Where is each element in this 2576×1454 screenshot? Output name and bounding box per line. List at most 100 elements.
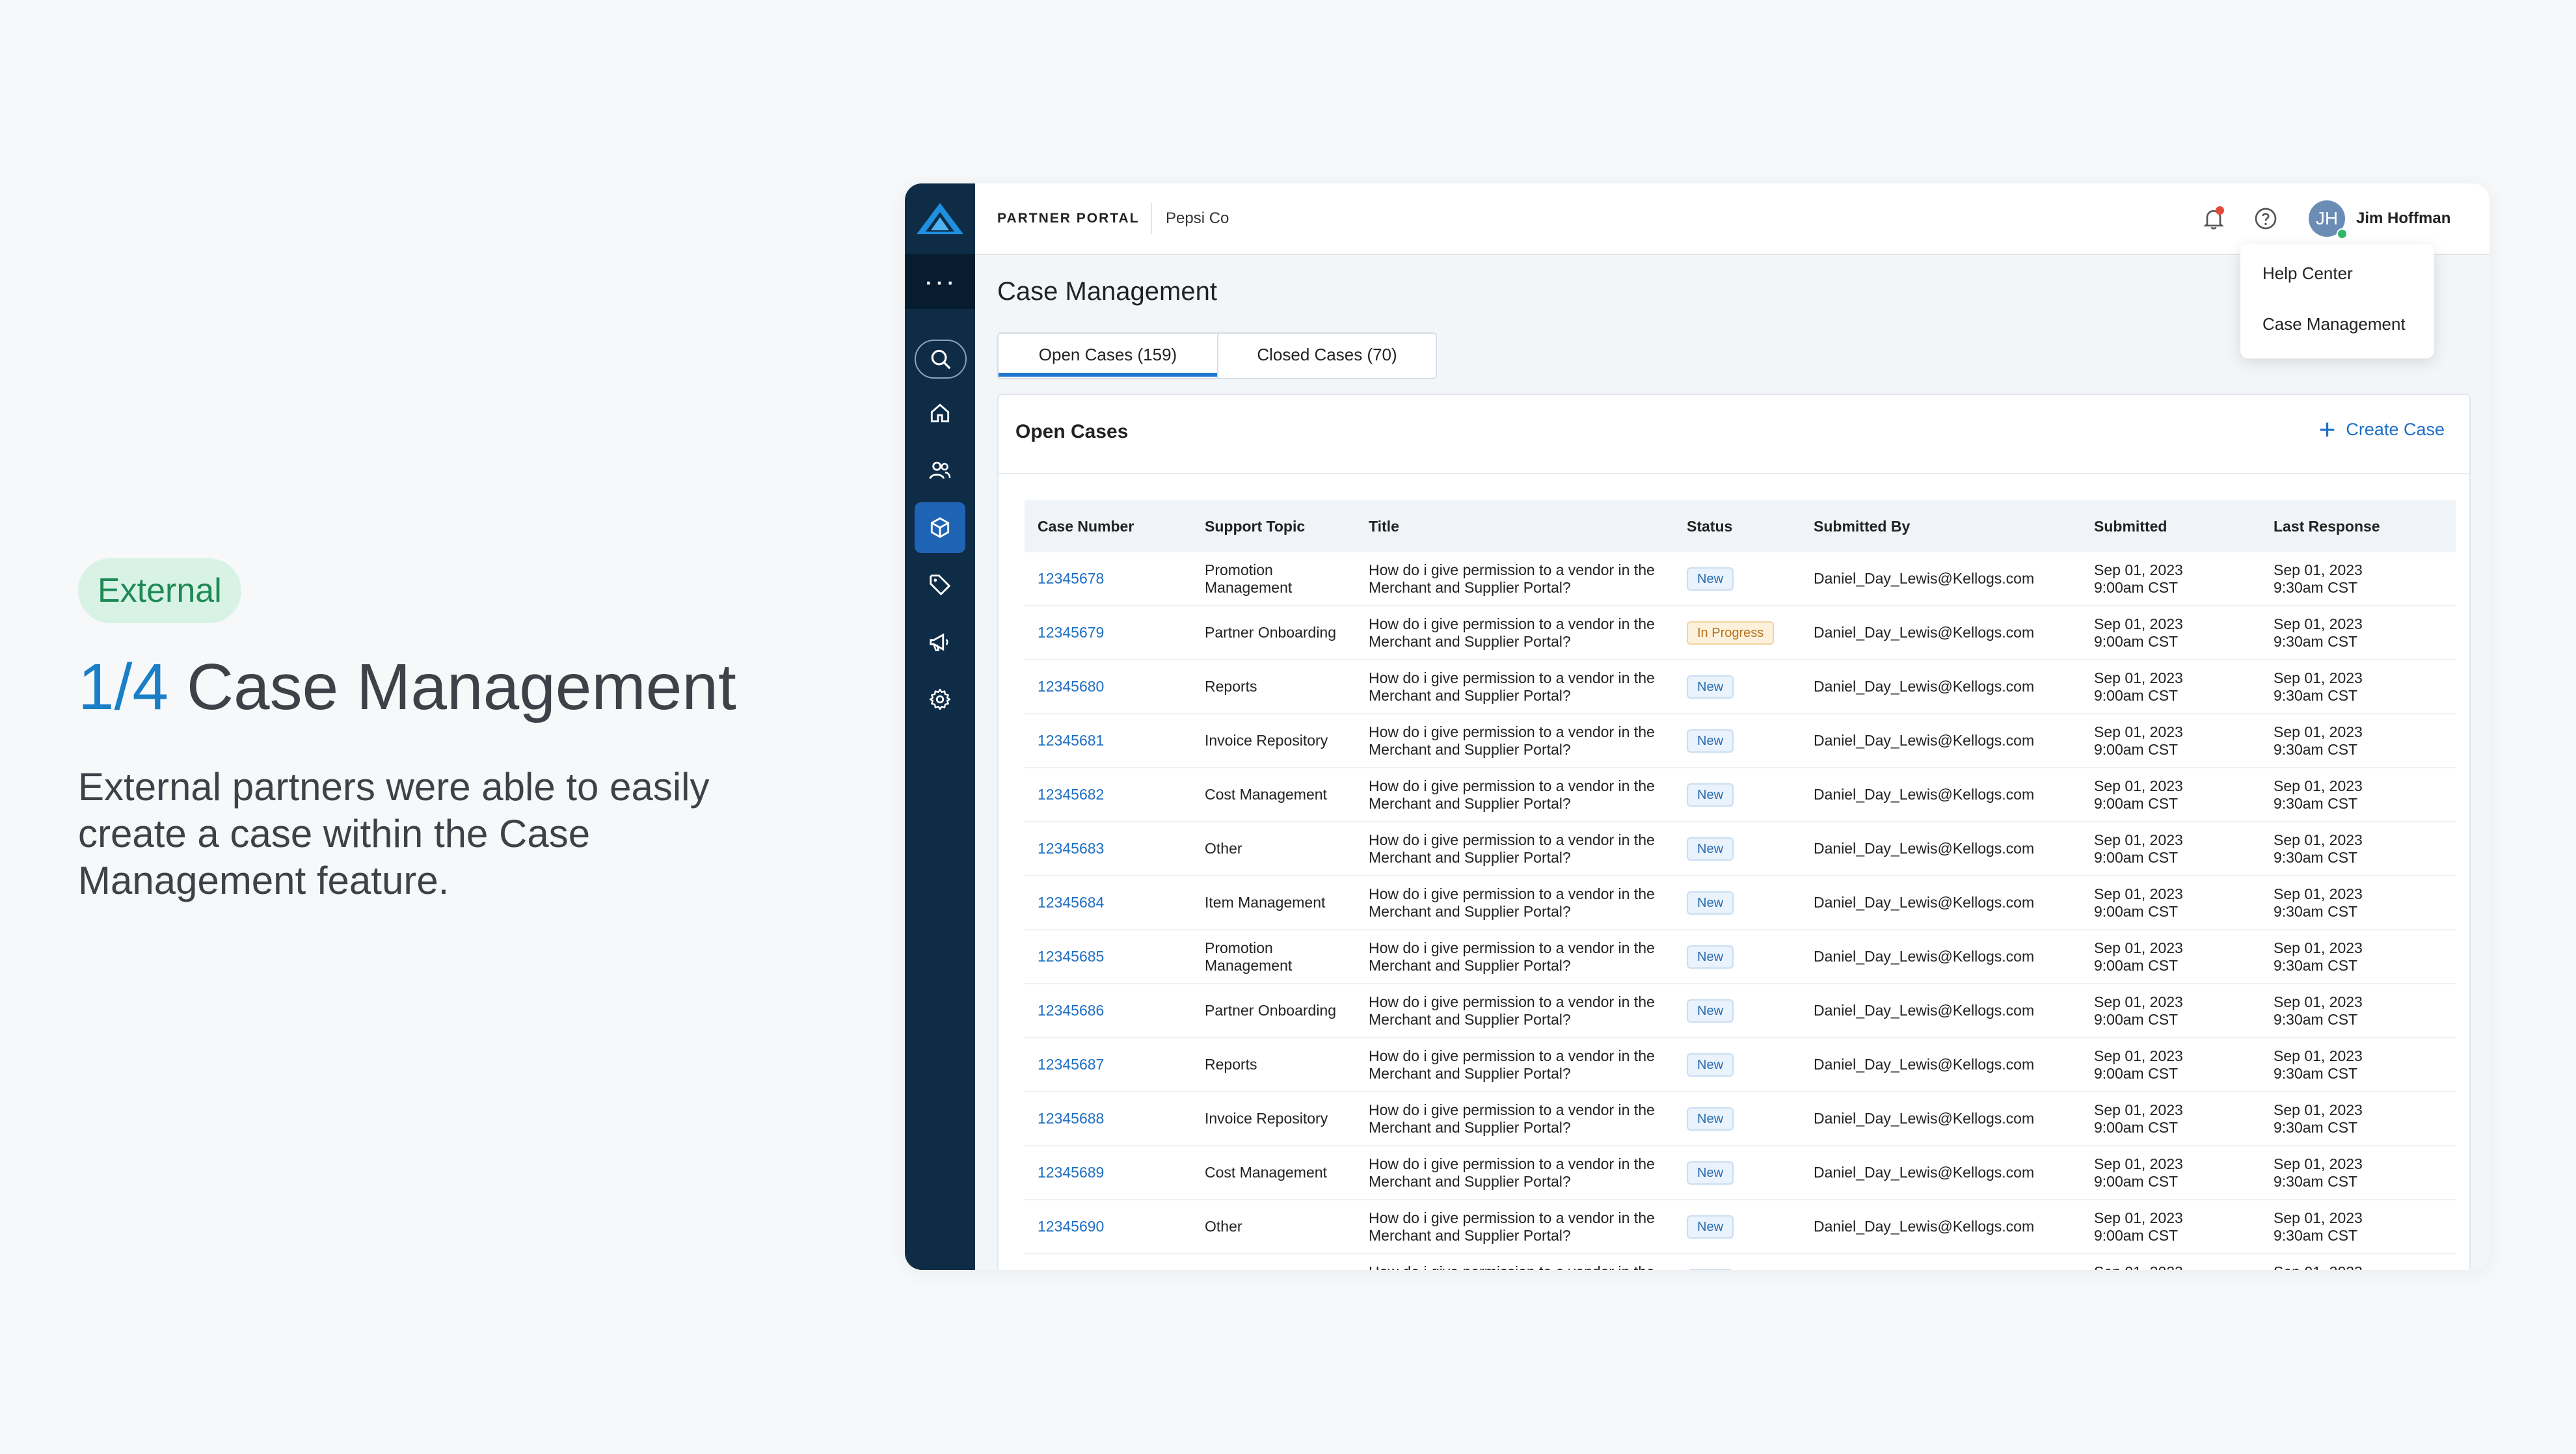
support-topic: Reports bbox=[1205, 678, 1257, 695]
status-cell: New bbox=[1687, 1038, 1734, 1091]
case-title: How do i give permission to a vendor in … bbox=[1369, 1047, 1655, 1082]
sidebar-item-cases[interactable] bbox=[915, 502, 965, 553]
submitted-date: Sep 01, 2023 bbox=[2094, 1047, 2183, 1064]
last-response-time: 9:30am CST bbox=[2274, 956, 2358, 974]
case-number-link[interactable]: 12345690 bbox=[1038, 1200, 1104, 1253]
sidebar-item-settings[interactable] bbox=[915, 674, 965, 725]
submitted-cell: Sep 01, 20239:00am CST bbox=[2094, 1092, 2183, 1145]
case-number-link[interactable]: 12345689 bbox=[1038, 1146, 1104, 1199]
table-row[interactable]: 12345686 Partner Onboarding How do i give … bbox=[1025, 984, 2456, 1038]
table-row[interactable]: 12345685 Promotion Management How do i giv… bbox=[1025, 930, 2456, 984]
submitted-date: Sep 01, 2023 bbox=[2094, 831, 2183, 848]
column-header[interactable]: Case Number bbox=[1038, 500, 1134, 552]
column-header[interactable]: Submitted By bbox=[1814, 500, 1910, 552]
create-case-button[interactable]: + Create Case bbox=[2319, 415, 2445, 444]
case-number-link[interactable]: 12345691 bbox=[1038, 1254, 1104, 1270]
support-topic: Reports bbox=[1205, 1056, 1257, 1073]
intro-heading: Case Management bbox=[186, 651, 736, 723]
last-response-date: Sep 01, 2023 bbox=[2274, 885, 2363, 902]
status-badge: New bbox=[1687, 783, 1734, 807]
column-header[interactable]: Support Topic bbox=[1205, 500, 1348, 552]
case-number-link[interactable]: 12345683 bbox=[1038, 822, 1104, 875]
column-header[interactable]: Last Response bbox=[2274, 500, 2380, 552]
last-response-time: 9:30am CST bbox=[2274, 1064, 2358, 1082]
status-cell: New bbox=[1687, 1200, 1734, 1253]
status-badge: New bbox=[1687, 999, 1734, 1023]
status-cell: New bbox=[1687, 984, 1734, 1037]
table-row[interactable]: 12345689 Cost Management How do i give per… bbox=[1025, 1146, 2456, 1200]
status-badge: New bbox=[1687, 1215, 1734, 1239]
status-cell: New bbox=[1687, 930, 1734, 983]
intro-section: External 1/4 Case Management External pa… bbox=[78, 558, 826, 904]
submitted-time: 9:00am CST bbox=[2094, 794, 2179, 812]
submitted-by: Daniel_Day_Lewis@Kellogs.com bbox=[1814, 1056, 2035, 1073]
table-row[interactable]: 12345680 Reports How do i give permission … bbox=[1025, 660, 2456, 714]
table-row[interactable]: 12345678 Promotion Management How do i giv… bbox=[1025, 552, 2456, 606]
table-row[interactable]: 12345679 Partner Onboarding How do i give … bbox=[1025, 606, 2456, 660]
page-title: Case Management bbox=[997, 277, 1217, 306]
last-response-time: 9:30am CST bbox=[2274, 632, 2358, 650]
table-row[interactable]: 12345687 Reports How do i give permission … bbox=[1025, 1038, 2456, 1092]
column-header[interactable]: Status bbox=[1687, 500, 1732, 552]
table-row[interactable]: 12345688 Invoice Repository How do i give … bbox=[1025, 1092, 2456, 1146]
case-number-link[interactable]: 12345688 bbox=[1038, 1092, 1104, 1145]
more-menu-button[interactable]: ··· bbox=[905, 254, 975, 309]
sidebar-item-home[interactable] bbox=[915, 388, 965, 438]
logo[interactable] bbox=[905, 183, 975, 254]
last-response-time: 9:30am CST bbox=[2274, 578, 2358, 596]
case-number-link[interactable]: 12345678 bbox=[1038, 552, 1104, 605]
case-number-link[interactable]: 12345679 bbox=[1038, 606, 1104, 659]
user-name[interactable]: Jim Hoffman bbox=[2356, 183, 2450, 254]
open-cases-panel: Open Cases + Create Case Case Number Sup… bbox=[997, 394, 2471, 1270]
submitted-date: Sep 01, 2023 bbox=[2094, 615, 2183, 632]
submitted-by: Daniel_Day_Lewis@Kellogs.com bbox=[1814, 570, 2035, 587]
submitted-cell: Sep 01, 20239:00am CST bbox=[2094, 822, 2183, 875]
submitted-cell: Sep 01, 20239:00am CST bbox=[2094, 1146, 2183, 1199]
sidebar-item-users[interactable] bbox=[915, 445, 965, 496]
status-badge: New bbox=[1687, 945, 1734, 969]
support-topic: Promotion Management bbox=[1205, 939, 1293, 974]
tab-closed-cases[interactable]: Closed Cases (70) bbox=[1218, 334, 1436, 378]
menu-item-case-management[interactable]: Case Management bbox=[2262, 314, 2406, 334]
case-number-link[interactable]: 12345681 bbox=[1038, 714, 1104, 767]
table-row[interactable]: 12345683 Other How do i give permission to… bbox=[1025, 822, 2456, 876]
status-cell: In Progress bbox=[1687, 606, 1775, 659]
table-row[interactable]: 12345681 Invoice Repository How do i give … bbox=[1025, 714, 2456, 768]
submitted-time: 9:00am CST bbox=[2094, 686, 2179, 704]
case-number-link[interactable]: 12345684 bbox=[1038, 876, 1104, 929]
case-number-link[interactable]: 12345687 bbox=[1038, 1038, 1104, 1091]
case-title: How do i give permission to a vendor in … bbox=[1369, 1209, 1655, 1244]
panel-title: Open Cases bbox=[1015, 421, 1129, 442]
sidebar-item-announcements[interactable] bbox=[915, 617, 965, 667]
megaphone-icon bbox=[930, 633, 948, 651]
case-number-link[interactable]: 12345685 bbox=[1038, 930, 1104, 983]
cases-table: Case Number Support Topic Title Status S… bbox=[1025, 500, 2456, 1270]
help-icon[interactable] bbox=[2253, 206, 2279, 232]
menu-item-help-center[interactable]: Help Center bbox=[2262, 263, 2353, 284]
column-header[interactable]: Submitted bbox=[2094, 500, 2167, 552]
status-badge: New bbox=[1687, 1269, 1734, 1270]
sidebar-item-promotions[interactable] bbox=[915, 559, 965, 610]
table-row[interactable]: 12345684 Item Management How do i give per… bbox=[1025, 876, 2456, 930]
last-response-date: Sep 01, 2023 bbox=[2274, 777, 2363, 794]
status-cell: New bbox=[1687, 768, 1734, 821]
status-badge: New bbox=[1687, 1107, 1734, 1131]
submitted-cell: Sep 01, 20239:00am CST bbox=[2094, 660, 2183, 713]
case-number-link[interactable]: 12345680 bbox=[1038, 660, 1104, 713]
tab-open-cases[interactable]: Open Cases (159) bbox=[999, 334, 1218, 378]
table-row[interactable]: 12345691 Item Management How do i give per… bbox=[1025, 1254, 2456, 1270]
case-number-link[interactable]: 12345682 bbox=[1038, 768, 1104, 821]
submitted-time: 9:00am CST bbox=[2094, 956, 2179, 974]
last-response-date: Sep 01, 2023 bbox=[2274, 669, 2363, 686]
sidebar-item-search[interactable] bbox=[915, 340, 967, 379]
table-row[interactable]: 12345682 Cost Management How do i give per… bbox=[1025, 768, 2456, 822]
column-header[interactable]: Title bbox=[1369, 500, 1674, 552]
submitted-by: Daniel_Day_Lewis@Kellogs.com bbox=[1814, 1218, 2035, 1235]
table-row[interactable]: 12345690 Other How do i give permission to… bbox=[1025, 1200, 2456, 1254]
case-number-link[interactable]: 12345686 bbox=[1038, 984, 1104, 1037]
last-response-cell: Sep 01, 20239:30am CST bbox=[2274, 1092, 2363, 1145]
submitted-time: 9:00am CST bbox=[2094, 1064, 2179, 1082]
last-response-cell: Sep 01, 20239:30am CST bbox=[2274, 1038, 2363, 1091]
last-response-date: Sep 01, 2023 bbox=[2274, 993, 2363, 1010]
portal-brand[interactable]: PARTNER PORTAL bbox=[997, 183, 1140, 254]
